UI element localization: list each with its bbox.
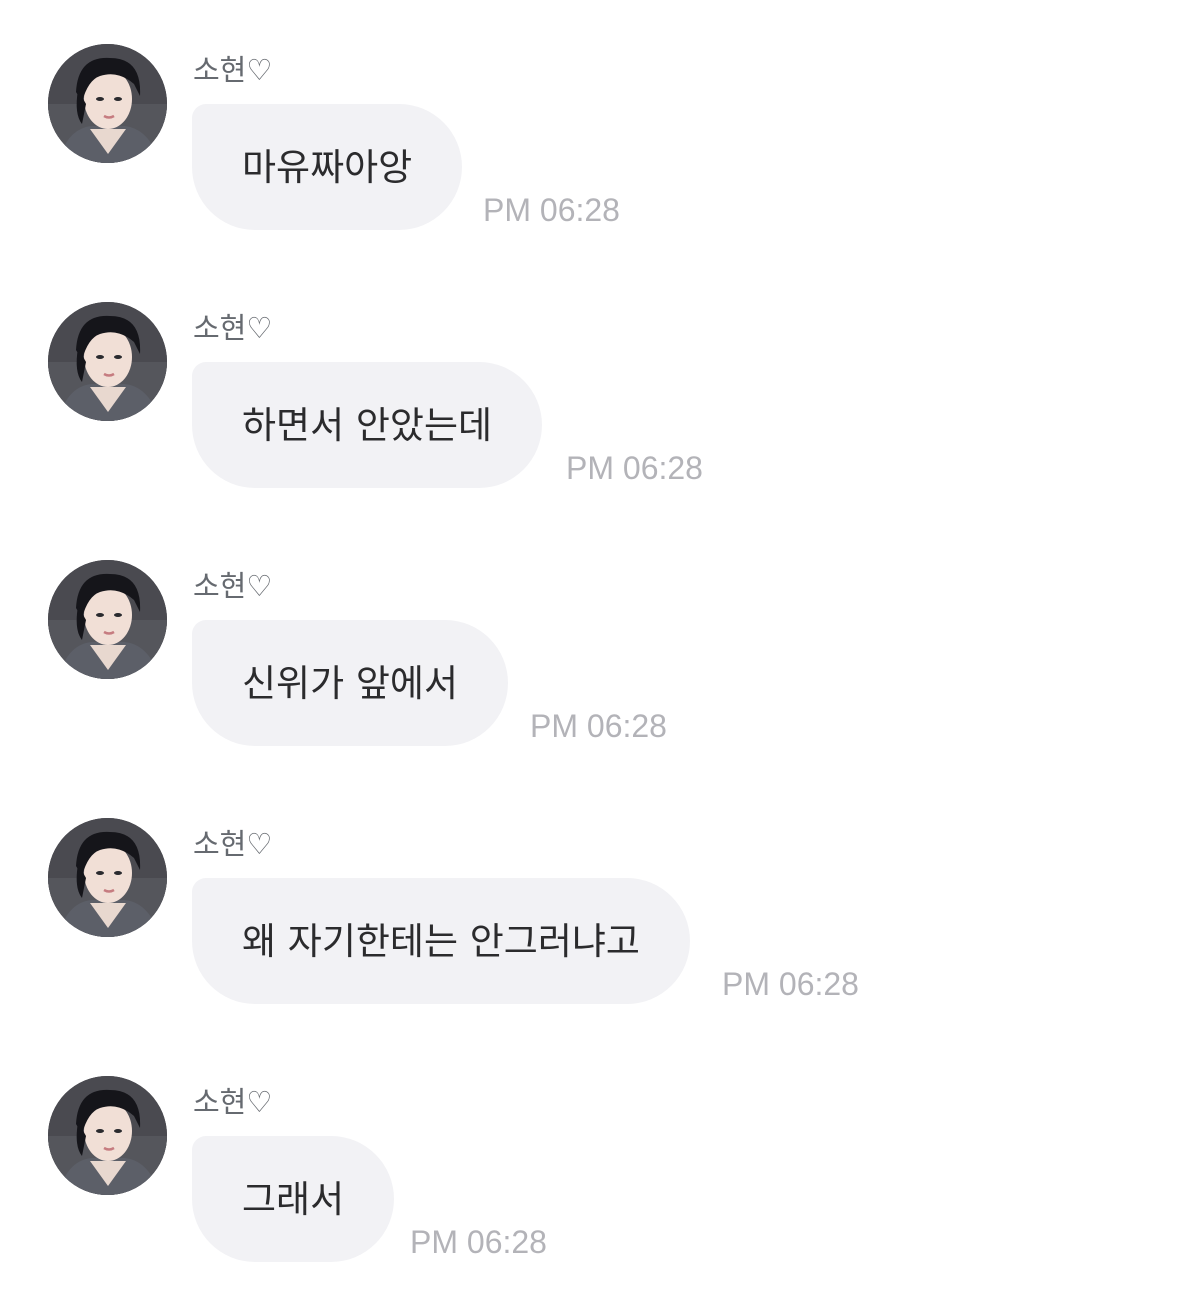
message-text: 그래서 — [242, 1177, 345, 1221]
message-bubble[interactable]: 신위가 앞에서 — [192, 620, 509, 746]
message-text: 마유짜아앙 — [242, 145, 413, 189]
chat-message: 소현♡ 그래서 PM 06:28 — [0, 1032, 1179, 1262]
message-bubble[interactable]: 그래서 — [192, 1136, 395, 1262]
message-timestamp: PM 06:28 — [483, 192, 620, 228]
avatar[interactable] — [48, 560, 167, 679]
avatar-photo — [48, 1076, 167, 1195]
chat-message: 소현♡ 마유짜아앙 PM 06:28 — [0, 0, 1179, 230]
message-bubble[interactable]: 하면서 안았는데 — [192, 362, 543, 488]
sender-name: 소현♡ — [193, 827, 273, 861]
avatar-photo — [48, 818, 167, 937]
avatar[interactable] — [48, 818, 167, 937]
message-timestamp: PM 06:28 — [410, 1224, 547, 1260]
message-text: 신위가 앞에서 — [242, 661, 459, 705]
chat-message-list: 소현♡ 마유짜아앙 PM 06:28 소현♡ 하면서 안았는데 PM 06:28… — [0, 0, 1179, 1315]
chat-message: 소현♡ 하면서 안았는데 PM 06:28 — [0, 258, 1179, 488]
message-timestamp: PM 06:28 — [530, 708, 667, 744]
message-bubble[interactable]: 왜 자기한테는 안그러냐고 — [192, 878, 690, 1004]
message-timestamp: PM 06:28 — [566, 450, 703, 486]
message-text: 왜 자기한테는 안그러냐고 — [242, 919, 640, 963]
sender-name: 소현♡ — [193, 569, 273, 603]
avatar-photo — [48, 302, 167, 421]
message-bubble[interactable]: 마유짜아앙 — [192, 104, 463, 230]
chat-message: 소현♡ 신위가 앞에서 PM 06:28 — [0, 516, 1179, 746]
avatar[interactable] — [48, 1076, 167, 1195]
sender-name: 소현♡ — [193, 1085, 273, 1119]
message-text: 하면서 안았는데 — [242, 403, 493, 447]
sender-name: 소현♡ — [193, 53, 273, 87]
sender-name: 소현♡ — [193, 311, 273, 345]
avatar-photo — [48, 44, 167, 163]
message-timestamp: PM 06:28 — [722, 966, 859, 1002]
avatar[interactable] — [48, 302, 167, 421]
chat-message: 소현♡ 왜 자기한테는 안그러냐고 PM 06:28 — [0, 774, 1179, 1004]
avatar-photo — [48, 560, 167, 679]
avatar[interactable] — [48, 44, 167, 163]
